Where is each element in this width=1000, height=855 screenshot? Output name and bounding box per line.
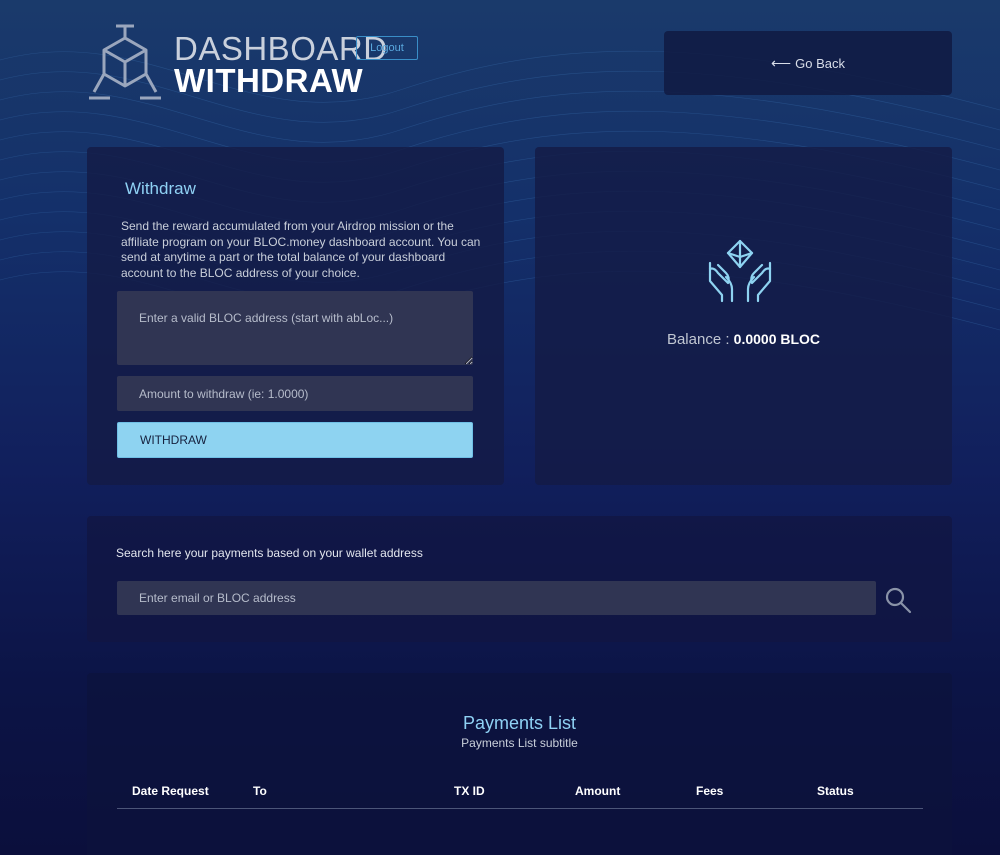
go-back-button[interactable]: ⟵ Go Back — [664, 31, 952, 95]
column-header-amount: Amount — [575, 784, 621, 798]
payments-table-header: Date Request To TX ID Amount Fees Status — [117, 780, 923, 809]
payments-title: Payments List — [462, 713, 577, 733]
withdraw-button[interactable]: WITHDRAW — [117, 422, 473, 458]
arrow-left-icon: ⟵ — [771, 54, 792, 71]
payments-subtitle: Payments List subtitle — [461, 736, 578, 750]
hands-diamond-icon — [708, 239, 772, 303]
logout-button[interactable]: Logout — [356, 36, 418, 60]
search-input[interactable] — [117, 581, 876, 615]
balance-label: Balance : — [666, 331, 734, 348]
withdraw-panel: Withdraw Send the reward accumulated fro… — [87, 147, 504, 485]
balance-panel: Balance : 0.0000 BLOC — [535, 147, 952, 485]
column-header-status: Status — [817, 784, 854, 798]
balance-display: Balance : 0.0000 BLOC — [535, 331, 952, 348]
bloc-address-input[interactable] — [117, 291, 473, 365]
page-title: WITHDRAW — [174, 62, 364, 99]
balance-value: 0.0000 BLOC — [733, 331, 821, 347]
payments-panel: Payments List Payments List subtitle Dat… — [87, 673, 952, 855]
search-label: Search here your payments based on your … — [116, 546, 423, 560]
search-panel: Search here your payments based on your … — [87, 516, 952, 642]
go-back-label: Go Back — [795, 55, 845, 71]
withdraw-description: Send the reward accumulated from your Ai… — [121, 219, 481, 280]
column-header-date-request: Date Request — [132, 784, 209, 798]
column-header-to: To — [253, 784, 267, 798]
column-header-tx-id: TX ID — [454, 784, 485, 798]
column-header-fees: Fees — [696, 784, 724, 798]
amount-input[interactable] — [117, 376, 473, 411]
cube-logo-icon — [89, 24, 161, 100]
withdraw-title: Withdraw — [125, 179, 196, 198]
search-icon[interactable] — [884, 586, 914, 616]
